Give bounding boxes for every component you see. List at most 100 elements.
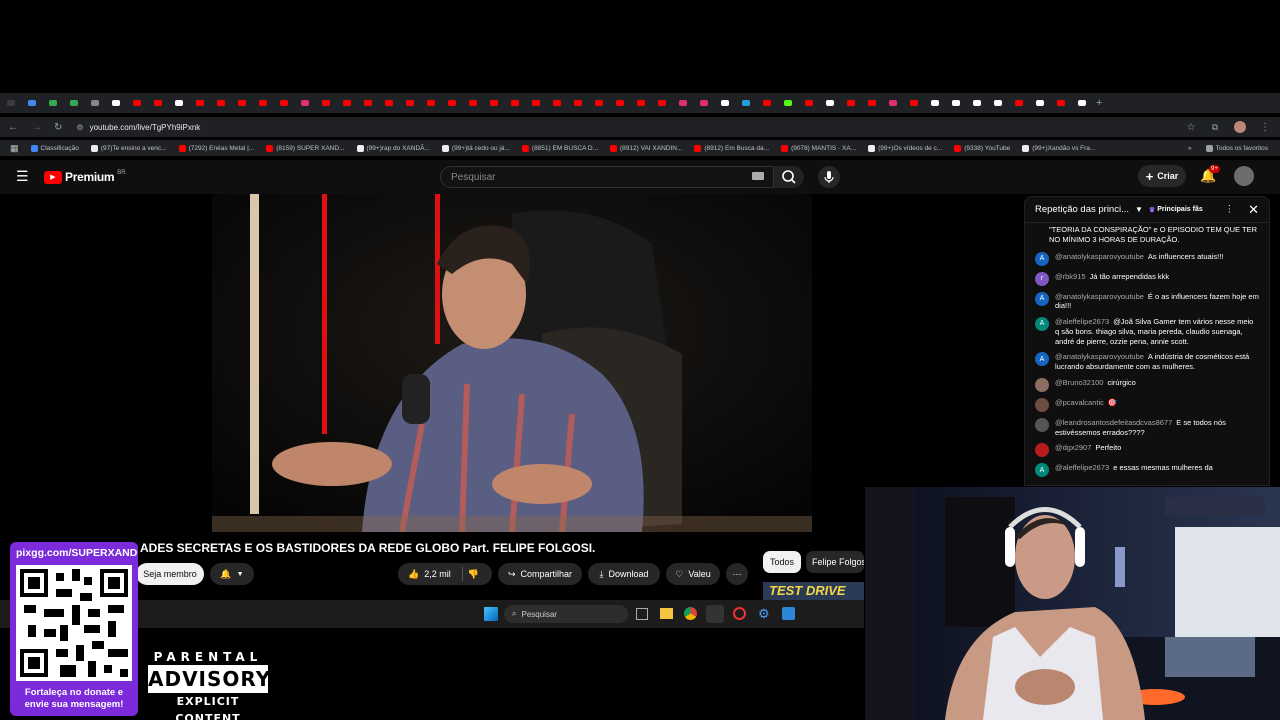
browser-tab[interactable] [840, 93, 861, 113]
more-bookmarks-icon[interactable]: » [1188, 145, 1192, 152]
browser-tab[interactable] [735, 93, 756, 113]
chip-channel[interactable]: Felipe Folgos [806, 551, 864, 573]
all-favorites-folder[interactable]: Todos os favoritos [1205, 144, 1268, 152]
account-avatar[interactable] [1234, 166, 1254, 186]
video-player[interactable] [212, 194, 812, 532]
browser-tab[interactable] [1071, 93, 1092, 113]
task-view-icon[interactable] [636, 608, 648, 620]
thanks-button[interactable]: ♡ Valeu [666, 563, 720, 585]
new-tab-button[interactable]: + [1096, 97, 1102, 109]
browser-tab[interactable] [609, 93, 630, 113]
chat-menu-icon[interactable]: ⋮ [1225, 204, 1235, 215]
menu-dots-icon[interactable]: ⋮ [1260, 122, 1270, 133]
chat-avatar[interactable] [1035, 443, 1049, 458]
browser-tab[interactable] [399, 93, 420, 113]
browser-tab[interactable] [819, 93, 840, 113]
share-button[interactable]: ↪ Compartilhar [498, 563, 582, 585]
browser-tab[interactable] [420, 93, 441, 113]
bookmark-item[interactable]: (99+)tá cedo ou já... [441, 144, 510, 152]
browser-tab[interactable] [273, 93, 294, 113]
chat-avatar[interactable]: A [1035, 251, 1049, 266]
chat-avatar[interactable] [1035, 417, 1049, 432]
top-fans-badge[interactable]: ♛ Principais fãs [1149, 206, 1203, 214]
bookmark-item[interactable]: (8159) SUPER XAND... [266, 144, 345, 152]
bookmark-item[interactable]: Classificação [30, 144, 79, 152]
download-button[interactable]: ⤓ Download [588, 563, 660, 585]
taskbar-search[interactable]: ⌕ Pesquisar [504, 605, 628, 623]
browser-tab[interactable] [378, 93, 399, 113]
browser-tab[interactable] [567, 93, 588, 113]
related-video-thumbnail[interactable]: TEST DRIVE [763, 582, 864, 600]
bookmark-star-icon[interactable]: ☆ [1187, 122, 1196, 133]
voice-search-button[interactable] [818, 166, 840, 188]
chat-mode-label[interactable]: Repetição das princi... [1035, 204, 1129, 215]
extensions-icon[interactable]: ⧉ [1212, 122, 1218, 133]
chat-author[interactable]: @anatolykasparovyoutube [1055, 352, 1144, 361]
browser-tab[interactable] [42, 93, 63, 113]
browser-tab[interactable] [210, 93, 231, 113]
settings-gear-icon[interactable]: ⚙ [758, 606, 770, 622]
chat-author[interactable]: @Bruno32100 [1055, 378, 1103, 387]
browser-tab[interactable] [777, 93, 798, 113]
profile-avatar[interactable] [1234, 121, 1246, 133]
apps-grid-icon[interactable]: ▦ [10, 143, 19, 154]
chat-avatar[interactable] [1035, 377, 1049, 392]
browser-tab[interactable] [693, 93, 714, 113]
forward-icon[interactable]: → [32, 122, 42, 133]
chat-author[interactable]: @rbk915 [1055, 272, 1086, 281]
browser-tab[interactable] [1050, 93, 1071, 113]
browser-tab[interactable] [546, 93, 567, 113]
chat-avatar[interactable]: r [1035, 271, 1049, 286]
chat-avatar[interactable]: A [1035, 352, 1049, 367]
browser-tab[interactable] [903, 93, 924, 113]
back-icon[interactable]: ← [8, 122, 18, 133]
browser-tab[interactable] [1029, 93, 1050, 113]
browser-tab[interactable] [966, 93, 987, 113]
browser-tab[interactable] [84, 93, 105, 113]
join-button[interactable]: Seja membro [136, 563, 204, 585]
browser-tab[interactable] [147, 93, 168, 113]
chat-avatar[interactable]: A [1035, 317, 1049, 331]
browser-tab[interactable] [231, 93, 252, 113]
browser-tab[interactable] [168, 93, 189, 113]
chip-all[interactable]: Todos [763, 551, 801, 573]
browser-tab[interactable] [315, 93, 336, 113]
like-count[interactable]: 2,2 mil [424, 569, 451, 579]
bookmark-item[interactable]: (8851) EM BUSCA D... [521, 144, 598, 152]
bookmark-item[interactable]: (97)Te ensino a venc... [90, 144, 167, 152]
hamburger-menu-icon[interactable]: ☰ [16, 168, 29, 185]
bookmark-item[interactable]: (9338) YouTube [954, 144, 1010, 152]
browser-tab[interactable] [336, 93, 357, 113]
bookmark-item[interactable]: (99+)Os vídeos de c... [868, 144, 942, 152]
browser-tab[interactable] [126, 93, 147, 113]
browser-tab[interactable] [483, 93, 504, 113]
browser-tab[interactable] [714, 93, 735, 113]
chat-author[interactable]: @leandrosantosdefeitasdcvas8677 [1055, 418, 1172, 427]
site-info-icon[interactable]: ⚙ [76, 123, 83, 132]
browser-tab[interactable] [105, 93, 126, 113]
browser-tab[interactable] [294, 93, 315, 113]
chat-author[interactable]: @anatolykasparovyoutube [1055, 292, 1144, 301]
browser-tab[interactable] [441, 93, 462, 113]
chat-avatar[interactable]: A [1035, 291, 1049, 306]
dislike-icon[interactable]: 👎 [468, 569, 479, 580]
close-icon[interactable]: ✕ [1248, 202, 1259, 218]
app-icon[interactable] [733, 607, 746, 620]
url-field[interactable]: youtube.com/live/TgPYh9iPxnk [90, 123, 201, 132]
notifications-button[interactable]: 🔔 9+ [1200, 165, 1220, 184]
subscribed-button[interactable]: 🔔 ▼ [210, 563, 254, 585]
chat-author[interactable]: @pcavalcantic [1055, 398, 1104, 407]
browser-tab[interactable] [882, 93, 903, 113]
browser-tab[interactable] [945, 93, 966, 113]
browser-tab[interactable] [0, 93, 21, 113]
browser-tab[interactable] [357, 93, 378, 113]
app-icon[interactable] [782, 607, 795, 620]
bookmark-item[interactable]: (8912) Em Busca da... [694, 144, 769, 152]
more-actions-button[interactable]: ⋯ [726, 563, 748, 585]
chat-author[interactable]: @aleffelipe2673 [1055, 463, 1109, 472]
chat-author[interactable]: @dgx2907 [1055, 443, 1091, 452]
chrome-icon[interactable] [684, 607, 697, 620]
browser-tab[interactable] [651, 93, 672, 113]
youtube-logo[interactable]: ▶ Premium BR [44, 170, 126, 184]
search-input[interactable]: Pesquisar [440, 166, 774, 188]
